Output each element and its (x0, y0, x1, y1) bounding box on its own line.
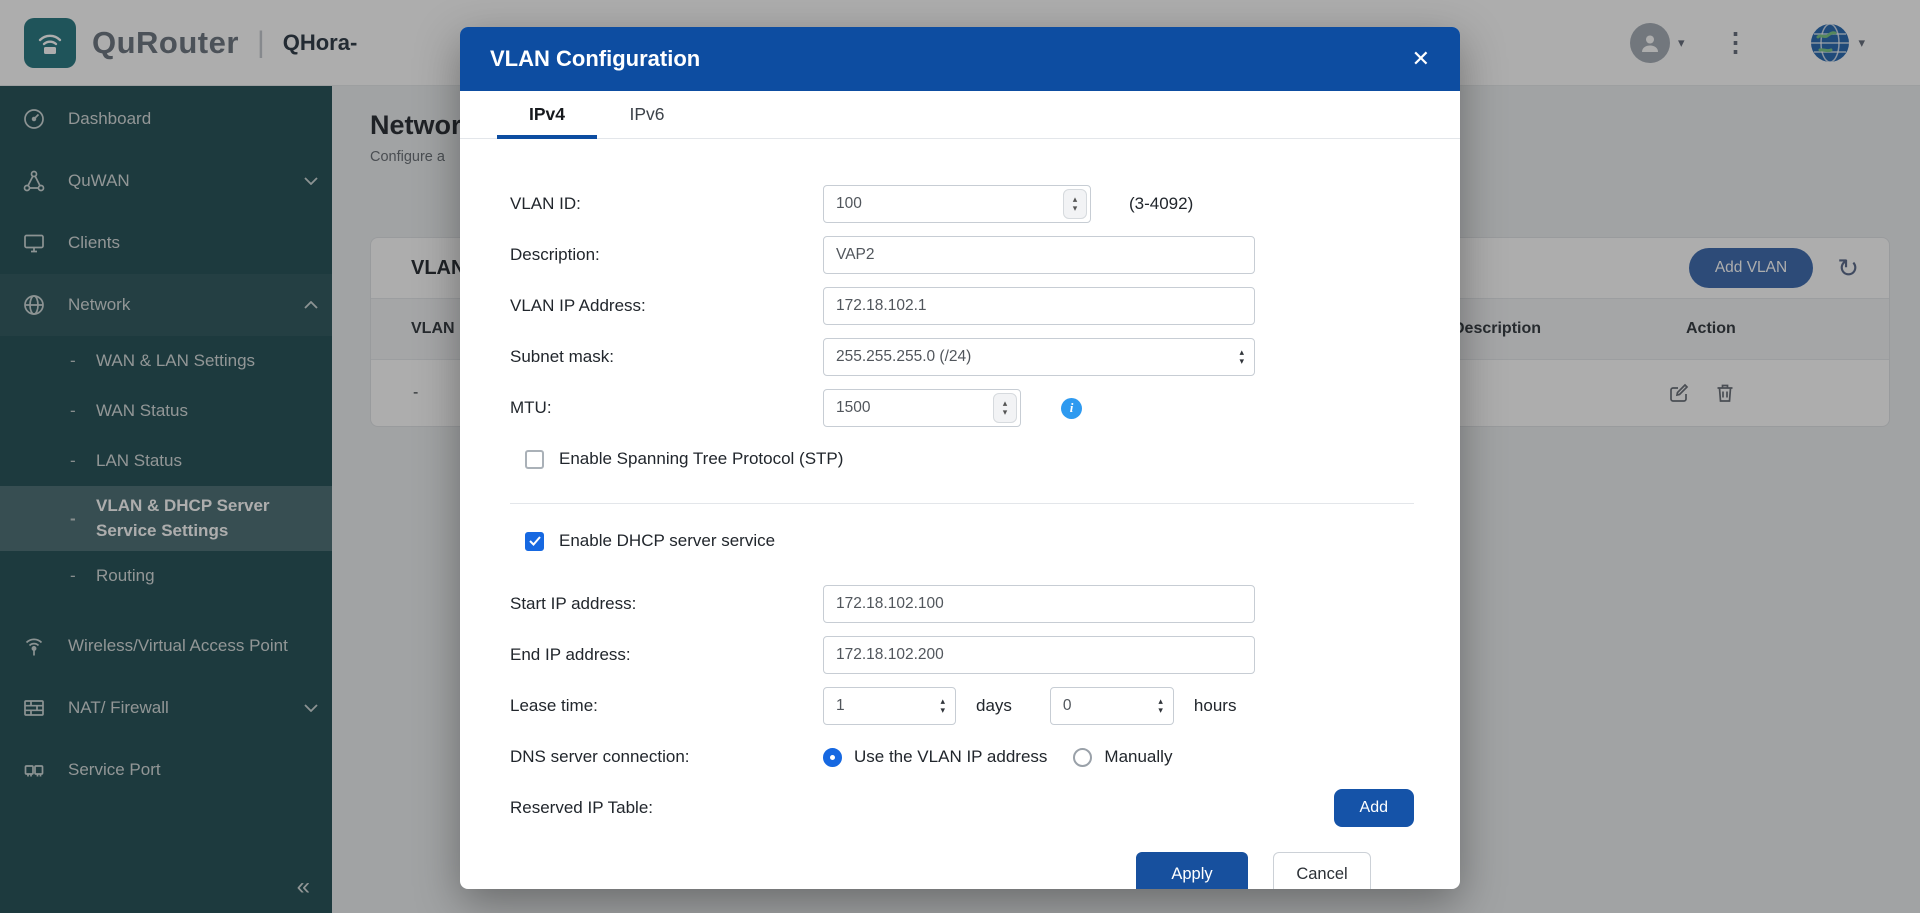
start-ip-row: Start IP address: (510, 585, 1414, 623)
stp-label: Enable Spanning Tree Protocol (STP) (559, 449, 843, 469)
vlan-id-row: VLAN ID: ▴▾ (3-4092) (510, 185, 1414, 223)
subnet-mask-select[interactable]: 255.255.255.0 (/24) ▴▾ (823, 338, 1255, 376)
close-icon[interactable]: ✕ (1412, 48, 1430, 70)
end-ip-input[interactable] (823, 636, 1255, 674)
mtu-input[interactable]: ▴▾ (823, 389, 1021, 427)
dns-manual-radio[interactable] (1073, 748, 1092, 767)
vlan-id-range-hint: (3-4092) (1129, 194, 1193, 214)
dhcp-checkbox[interactable] (525, 532, 544, 551)
vlan-id-label: VLAN ID: (510, 194, 823, 214)
section-divider (510, 503, 1414, 504)
dhcp-label: Enable DHCP server service (559, 531, 775, 551)
reserved-ip-label: Reserved IP Table: (510, 798, 823, 818)
tab-ipv4[interactable]: IPv4 (497, 91, 597, 138)
dhcp-row: Enable DHCP server service (525, 526, 1414, 556)
select-arrows-icon: ▴▾ (1158, 697, 1163, 715)
dns-vlan-ip-radio[interactable] (823, 748, 842, 767)
reserved-ip-add-button[interactable]: Add (1334, 789, 1414, 827)
apply-button[interactable]: Apply (1136, 852, 1248, 889)
check-icon (529, 536, 541, 546)
dialog-header: VLAN Configuration ✕ (460, 27, 1460, 91)
select-arrows-icon: ▴▾ (940, 697, 945, 715)
stp-row: Enable Spanning Tree Protocol (STP) (525, 444, 1414, 474)
stepper-icon[interactable]: ▴▾ (1063, 189, 1087, 219)
lease-days-select[interactable]: 1 ▴▾ (823, 687, 956, 725)
dns-row: DNS server connection: Use the VLAN IP a… (510, 738, 1414, 776)
subnet-mask-label: Subnet mask: (510, 347, 823, 367)
lease-hours-select[interactable]: 0 ▴▾ (1050, 687, 1174, 725)
dns-label: DNS server connection: (510, 747, 823, 767)
description-input[interactable] (823, 236, 1255, 274)
start-ip-input[interactable] (823, 585, 1255, 623)
cancel-button[interactable]: Cancel (1273, 852, 1371, 889)
dialog-title: VLAN Configuration (490, 46, 700, 72)
vlan-ip-row: VLAN IP Address: (510, 287, 1414, 325)
start-ip-label: Start IP address: (510, 594, 823, 614)
lease-days-unit: days (976, 696, 1012, 716)
subnet-mask-row: Subnet mask: 255.255.255.0 (/24) ▴▾ (510, 338, 1414, 376)
info-icon[interactable]: i (1061, 398, 1082, 419)
stp-checkbox[interactable] (525, 450, 544, 469)
description-label: Description: (510, 245, 823, 265)
tab-ipv6[interactable]: IPv6 (597, 91, 697, 138)
description-row: Description: (510, 236, 1414, 274)
lease-hours-unit: hours (1194, 696, 1237, 716)
vlan-ip-label: VLAN IP Address: (510, 296, 823, 316)
vlan-configuration-dialog: VLAN Configuration ✕ IPv4 IPv6 VLAN ID: … (460, 27, 1460, 889)
lease-time-row: Lease time: 1 ▴▾ days 0 ▴▾ hours (510, 687, 1414, 725)
dialog-tabs: IPv4 IPv6 (460, 91, 1460, 139)
end-ip-row: End IP address: (510, 636, 1414, 674)
reserved-ip-row: Reserved IP Table: Add (510, 789, 1414, 827)
lease-time-label: Lease time: (510, 696, 823, 716)
dialog-footer: Apply Cancel (510, 840, 1414, 889)
vlan-ip-input[interactable] (823, 287, 1255, 325)
select-arrows-icon: ▴▾ (1239, 348, 1244, 366)
stepper-icon[interactable]: ▴▾ (993, 393, 1017, 423)
dns-vlan-ip-option-label: Use the VLAN IP address (854, 747, 1047, 767)
dialog-body: VLAN ID: ▴▾ (3-4092) Description: VLAN I… (460, 139, 1460, 889)
mtu-label: MTU: (510, 398, 823, 418)
mtu-value[interactable] (824, 399, 993, 417)
mtu-row: MTU: ▴▾ i (510, 389, 1414, 427)
dns-manual-option-label: Manually (1104, 747, 1172, 767)
vlan-id-input[interactable]: ▴▾ (823, 185, 1091, 223)
vlan-id-value[interactable] (824, 195, 1063, 213)
end-ip-label: End IP address: (510, 645, 823, 665)
